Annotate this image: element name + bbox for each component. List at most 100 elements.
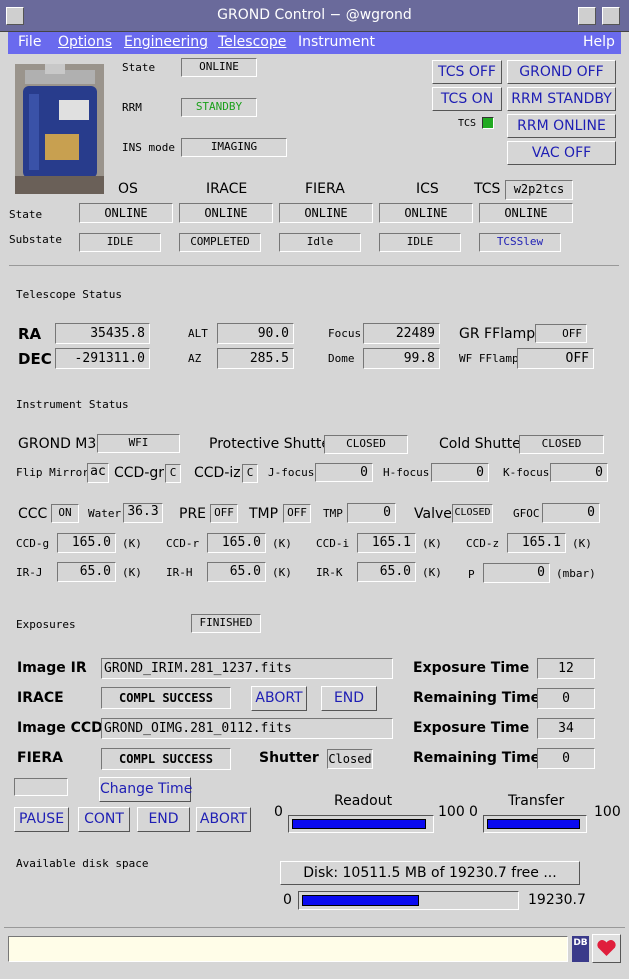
ccc-label: CCC bbox=[18, 506, 48, 522]
ir-k-unit: (K) bbox=[422, 566, 442, 579]
disk-button[interactable]: Disk: 10511.5 MB of 19230.7 free ... bbox=[280, 861, 580, 885]
protective-shutter-value: CLOSED bbox=[324, 435, 408, 454]
h-focus-value: 0 bbox=[431, 463, 489, 482]
readout-min: 0 bbox=[274, 804, 283, 820]
pause-button[interactable]: PAUSE bbox=[14, 807, 69, 832]
pressure-label: P bbox=[468, 568, 475, 581]
flip-mirror-label: Flip Mirror bbox=[16, 466, 89, 479]
rrm-standby-button[interactable]: RRM STANDBY bbox=[507, 87, 616, 111]
status-message-field[interactable] bbox=[8, 936, 568, 962]
substates-state-label: State bbox=[9, 208, 43, 221]
rrm-online-button[interactable]: RRM ONLINE bbox=[507, 114, 616, 138]
menu-telescope[interactable]: Telescope bbox=[218, 34, 286, 50]
tmp2-value: 0 bbox=[347, 503, 396, 523]
ics-header: ICS bbox=[416, 181, 439, 197]
vac-off-button[interactable]: VAC OFF bbox=[507, 141, 616, 165]
state-label: State bbox=[122, 61, 156, 74]
menu-engineering[interactable]: Engineering bbox=[124, 34, 208, 50]
ccd-iz-label: CCD-iz bbox=[194, 465, 241, 481]
minimize-icon[interactable] bbox=[578, 7, 596, 25]
pre-value: OFF bbox=[210, 504, 238, 523]
irace-label: IRACE bbox=[17, 690, 64, 706]
ir-end-button[interactable]: END bbox=[321, 686, 377, 711]
menu-instrument[interactable]: Instrument bbox=[298, 34, 375, 50]
shutter-value: Closed bbox=[327, 749, 373, 769]
water-value: 36.3 bbox=[123, 503, 163, 523]
status-divider bbox=[4, 927, 625, 928]
ccd-remaining-time-label: Remaining Time bbox=[413, 750, 541, 766]
disk-usage-fill bbox=[302, 895, 419, 906]
readout-progress-bar bbox=[288, 815, 434, 833]
h-focus-label: H-focus bbox=[383, 466, 430, 479]
fiera-substate: Idle bbox=[279, 233, 361, 252]
ccd-exposure-time-value: 34 bbox=[537, 718, 595, 739]
image-ccd-filename: GROND_OIMG.281_0112.fits bbox=[101, 718, 393, 739]
dome-value: 99.8 bbox=[363, 348, 440, 369]
continue-button[interactable]: CONT bbox=[78, 807, 130, 832]
ccd-z-unit: (K) bbox=[572, 537, 592, 550]
menu-file[interactable]: File bbox=[18, 34, 41, 50]
ra-label: RA bbox=[18, 325, 42, 343]
exposure-time-input[interactable] bbox=[14, 778, 68, 796]
ir-remaining-time-label: Remaining Time bbox=[413, 690, 541, 706]
ccd-z-value: 165.1 bbox=[507, 533, 566, 553]
ir-k-label: IR-K bbox=[316, 566, 343, 579]
irace-status: COMPL SUCCESS bbox=[101, 687, 231, 709]
os-header: OS bbox=[118, 181, 138, 197]
disk-space-label: Available disk space bbox=[16, 857, 149, 870]
ccc-value: ON bbox=[51, 504, 79, 523]
dome-label: Dome bbox=[328, 352, 355, 365]
transfer-progress-fill bbox=[487, 819, 580, 829]
grond-m3-value: WFI bbox=[97, 434, 180, 453]
alt-value: 90.0 bbox=[217, 323, 294, 344]
exposure-status: FINISHED bbox=[191, 614, 261, 633]
ccd-r-unit: (K) bbox=[272, 537, 292, 550]
telescope-status-heading: Telescope Status bbox=[16, 288, 122, 301]
ccd-g-unit: (K) bbox=[122, 537, 142, 550]
instrument-status-heading: Instrument Status bbox=[16, 398, 129, 411]
wf-fflamp-value: OFF bbox=[517, 348, 594, 369]
valve-value: CLOSED bbox=[452, 504, 493, 523]
ir-k-value: 65.0 bbox=[357, 562, 416, 582]
change-time-button[interactable]: Change Time bbox=[99, 777, 192, 802]
tmp-value: OFF bbox=[283, 504, 311, 523]
image-ir-label: Image IR bbox=[17, 660, 87, 676]
gfoc-label: GFOC bbox=[513, 507, 540, 520]
fiera-status: COMPL SUCCESS bbox=[101, 748, 231, 770]
tcs-off-button[interactable]: TCS OFF bbox=[432, 60, 502, 84]
flip-mirror-value: ac bbox=[87, 463, 109, 483]
cold-shutter-value: CLOSED bbox=[519, 435, 604, 454]
disk-max: 19230.7 bbox=[528, 892, 586, 908]
state-value: ONLINE bbox=[181, 58, 257, 77]
ccd-g-label: CCD-g bbox=[16, 537, 50, 550]
transfer-min: 0 bbox=[469, 804, 478, 820]
ccd-i-value: 165.1 bbox=[357, 533, 416, 553]
disk-usage-bar bbox=[298, 891, 519, 910]
abort-button[interactable]: ABORT bbox=[196, 807, 251, 832]
tcs-header: TCS bbox=[474, 181, 501, 197]
tcs-on-button[interactable]: TCS ON bbox=[432, 87, 502, 111]
rrm-label: RRM bbox=[122, 101, 142, 114]
az-label: AZ bbox=[188, 352, 202, 365]
substate-label: Substate bbox=[9, 233, 62, 246]
title-bar: GROND Control − @wgrond bbox=[0, 0, 629, 32]
heartbeat-icon bbox=[592, 934, 621, 963]
ir-abort-button[interactable]: ABORT bbox=[251, 686, 307, 711]
maximize-icon[interactable] bbox=[602, 7, 620, 25]
valve-label: Valve bbox=[414, 506, 452, 522]
grond-off-button[interactable]: GROND OFF bbox=[507, 60, 616, 84]
menu-bar: File Options Engineering Telescope Instr… bbox=[8, 32, 621, 54]
database-icon[interactable]: DB bbox=[572, 936, 589, 962]
menu-help[interactable]: Help bbox=[583, 34, 615, 50]
menu-options[interactable]: Options bbox=[58, 34, 112, 50]
ir-h-value: 65.0 bbox=[207, 562, 266, 582]
pressure-unit: (mbar) bbox=[556, 567, 596, 580]
gr-fflamp-label: GR FFlamp bbox=[459, 326, 536, 342]
ics-substate: IDLE bbox=[379, 233, 461, 252]
divider bbox=[9, 265, 619, 266]
end-button[interactable]: END bbox=[137, 807, 190, 832]
irace-state: ONLINE bbox=[179, 203, 273, 223]
irace-header: IRACE bbox=[206, 181, 248, 197]
tcs-host: w2p2tcs bbox=[505, 180, 573, 200]
ccd-remaining-time-value: 0 bbox=[537, 748, 595, 769]
